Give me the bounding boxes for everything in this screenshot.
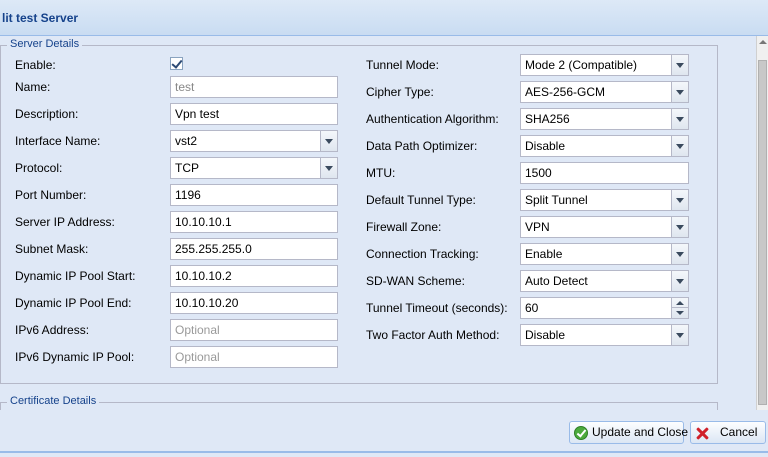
two-factor-value: Disable bbox=[525, 328, 566, 342]
interface-name-select[interactable]: vst2 bbox=[170, 130, 338, 152]
default-tunnel-type-select[interactable]: Split Tunnel bbox=[520, 189, 689, 211]
dialog-footer: Update and Close Cancel bbox=[0, 410, 768, 457]
enable-checkbox[interactable] bbox=[170, 57, 183, 70]
form-body: Server Details Enable: Name: test Descri… bbox=[0, 36, 756, 410]
connection-tracking-value: Enable bbox=[525, 247, 563, 261]
ipv6-address-field[interactable]: Optional bbox=[170, 319, 338, 341]
data-path-optimizer-select[interactable]: Disable bbox=[520, 135, 689, 157]
ipv6-pool-label: IPv6 Dynamic IP Pool: bbox=[15, 350, 135, 364]
ipv6-address-label: IPv6 Address: bbox=[15, 323, 90, 337]
scroll-up-icon[interactable] bbox=[757, 36, 768, 48]
default-tunnel-type-label: Default Tunnel Type: bbox=[366, 193, 476, 207]
protocol-select[interactable]: TCP bbox=[170, 157, 338, 179]
chevron-down-icon[interactable] bbox=[671, 190, 688, 210]
cipher-type-select[interactable]: AES-256-GCM bbox=[520, 81, 689, 103]
update-button-label: Update and Close bbox=[592, 425, 689, 439]
scrollbar-thumb[interactable] bbox=[758, 60, 767, 405]
protocol-label: Protocol: bbox=[15, 161, 63, 175]
close-x-icon bbox=[695, 426, 709, 440]
subnet-mask-field[interactable]: 255.255.255.0 bbox=[170, 238, 338, 260]
ipv6-pool-field[interactable]: Optional bbox=[170, 346, 338, 368]
default-tunnel-type-value: Split Tunnel bbox=[525, 193, 588, 207]
auth-algorithm-label: Authentication Algorithm: bbox=[366, 112, 499, 126]
two-factor-label: Two Factor Auth Method: bbox=[366, 328, 500, 342]
subnet-mask-label: Subnet Mask: bbox=[15, 242, 89, 256]
certificate-details-fieldset: Certificate Details bbox=[0, 395, 718, 410]
chevron-down-icon[interactable] bbox=[671, 325, 688, 345]
protocol-value: TCP bbox=[175, 161, 199, 175]
spinner-trigger bbox=[671, 298, 688, 318]
pool-start-field[interactable]: 10.10.10.2 bbox=[170, 265, 338, 287]
tunnel-mode-select[interactable]: Mode 2 (Compatible) bbox=[520, 54, 689, 76]
tunnel-mode-value: Mode 2 (Compatible) bbox=[525, 58, 638, 72]
sdwan-scheme-select[interactable]: Auto Detect bbox=[520, 270, 689, 292]
cipher-type-value: AES-256-GCM bbox=[525, 85, 606, 99]
data-path-optimizer-label: Data Path Optimizer: bbox=[366, 139, 478, 153]
cancel-button[interactable]: Cancel bbox=[690, 421, 766, 444]
check-circle-icon bbox=[574, 426, 588, 440]
vertical-scrollbar[interactable] bbox=[756, 36, 768, 410]
two-factor-select[interactable]: Disable bbox=[520, 324, 689, 346]
server-ip-label: Server IP Address: bbox=[15, 215, 115, 229]
chevron-down-icon[interactable] bbox=[671, 271, 688, 291]
footer-divider bbox=[0, 451, 768, 453]
update-and-close-button[interactable]: Update and Close bbox=[569, 421, 688, 444]
description-field[interactable]: Vpn test bbox=[170, 103, 338, 125]
tunnel-timeout-value: 60 bbox=[525, 301, 539, 315]
firewall-zone-select[interactable]: VPN bbox=[520, 216, 689, 238]
auth-algorithm-select[interactable]: SHA256 bbox=[520, 108, 689, 130]
mtu-field[interactable]: 1500 bbox=[520, 162, 689, 184]
spin-up-icon[interactable] bbox=[672, 298, 688, 308]
tunnel-mode-label: Tunnel Mode: bbox=[366, 58, 439, 72]
firewall-zone-label: Firewall Zone: bbox=[366, 220, 442, 234]
chevron-down-icon[interactable] bbox=[671, 136, 688, 156]
name-field[interactable]: test bbox=[170, 76, 338, 98]
port-number-label: Port Number: bbox=[15, 188, 87, 202]
firewall-zone-value: VPN bbox=[525, 220, 550, 234]
certificate-details-legend: Certificate Details bbox=[7, 395, 100, 407]
auth-algorithm-value: SHA256 bbox=[525, 112, 570, 126]
interface-name-label: Interface Name: bbox=[15, 134, 101, 148]
data-path-optimizer-value: Disable bbox=[525, 139, 566, 153]
chevron-down-icon[interactable] bbox=[671, 109, 688, 129]
interface-name-value: vst2 bbox=[175, 134, 198, 148]
chevron-down-icon[interactable] bbox=[671, 244, 688, 264]
pool-end-label: Dynamic IP Pool End: bbox=[15, 296, 132, 310]
name-label: Name: bbox=[15, 80, 51, 94]
connection-tracking-label: Connection Tracking: bbox=[366, 247, 479, 261]
chevron-down-icon[interactable] bbox=[320, 158, 337, 178]
connection-tracking-select[interactable]: Enable bbox=[520, 243, 689, 265]
spin-down-icon[interactable] bbox=[672, 308, 688, 318]
window-title: lit test Server bbox=[2, 11, 79, 25]
chevron-down-icon[interactable] bbox=[671, 55, 688, 75]
chevron-down-icon[interactable] bbox=[320, 131, 337, 151]
cipher-type-label: Cipher Type: bbox=[366, 85, 434, 99]
server-details-legend: Server Details bbox=[7, 38, 83, 50]
pool-start-label: Dynamic IP Pool Start: bbox=[15, 269, 136, 283]
tunnel-timeout-label: Tunnel Timeout (seconds): bbox=[366, 301, 508, 315]
cancel-button-label: Cancel bbox=[720, 425, 758, 439]
tunnel-timeout-spinner[interactable]: 60 bbox=[520, 297, 689, 319]
sdwan-scheme-value: Auto Detect bbox=[525, 274, 588, 288]
server-ip-field[interactable]: 10.10.10.1 bbox=[170, 211, 338, 233]
sdwan-scheme-label: SD-WAN Scheme: bbox=[366, 274, 465, 288]
chevron-down-icon[interactable] bbox=[671, 217, 688, 237]
enable-label: Enable: bbox=[15, 58, 56, 72]
mtu-label: MTU: bbox=[366, 166, 396, 180]
chevron-down-icon[interactable] bbox=[671, 82, 688, 102]
window-titlebar: lit test Server bbox=[0, 0, 768, 36]
pool-end-field[interactable]: 10.10.10.20 bbox=[170, 292, 338, 314]
description-label: Description: bbox=[15, 107, 79, 121]
port-number-field[interactable]: 1196 bbox=[170, 184, 338, 206]
